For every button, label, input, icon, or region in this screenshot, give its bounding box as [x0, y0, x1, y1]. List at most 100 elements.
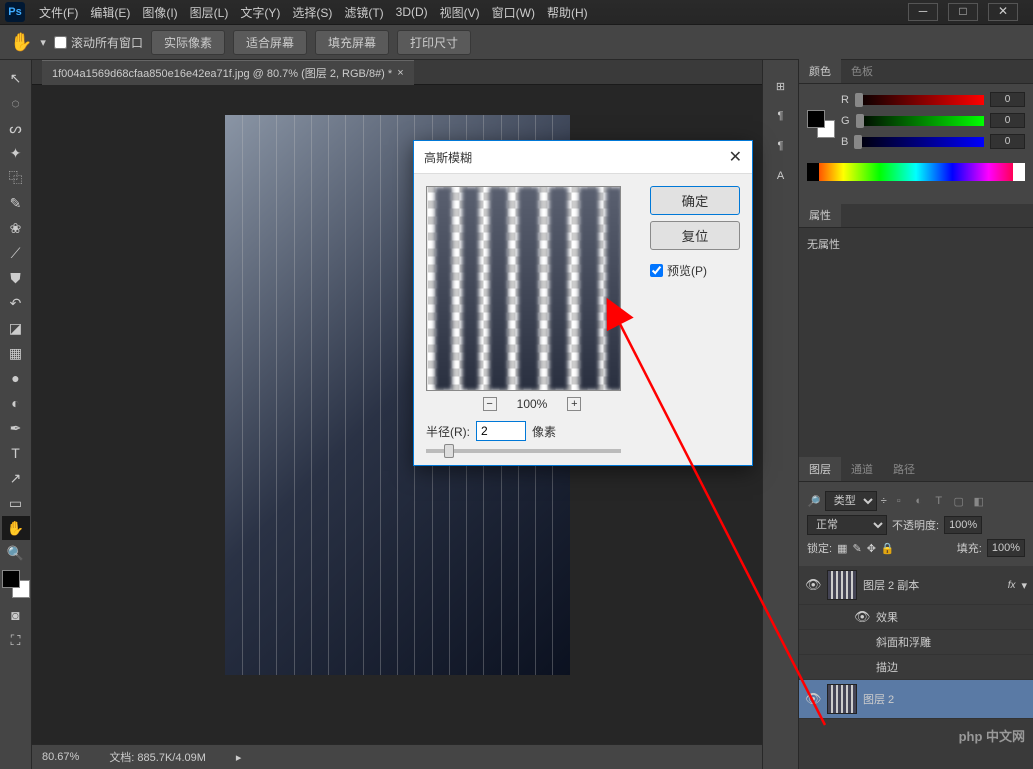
radius-slider-handle[interactable] [444, 444, 454, 458]
stamp-tool[interactable]: ⛊ [2, 266, 30, 290]
heal-tool[interactable]: ❀ [2, 216, 30, 240]
layer-effect-item[interactable]: 描边 [799, 655, 1033, 680]
path-tool[interactable]: ↗ [2, 466, 30, 490]
menu-file[interactable]: 文件(F) [33, 4, 84, 21]
spectrum-bar[interactable] [807, 163, 1025, 181]
g-slider[interactable] [856, 116, 984, 126]
collapse-icon[interactable]: ▾ [1021, 579, 1027, 592]
menu-text[interactable]: 文字(Y) [234, 4, 286, 21]
lasso-tool[interactable]: ᔕ [2, 116, 30, 140]
type-tool[interactable]: T [2, 441, 30, 465]
visibility-icon[interactable]: 👁 [805, 577, 821, 593]
blend-mode-select[interactable]: 正常 [807, 515, 887, 535]
document-tab-close-icon[interactable]: × [397, 67, 403, 79]
gradient-tool[interactable]: ▦ [2, 341, 30, 365]
history-brush-tool[interactable]: ↶ [2, 291, 30, 315]
tab-properties[interactable]: 属性 [799, 203, 841, 227]
quickmask-tool[interactable]: ◙ [2, 603, 30, 627]
menu-help[interactable]: 帮助(H) [541, 4, 594, 21]
shape-tool[interactable]: ▭ [2, 491, 30, 515]
ok-button[interactable]: 确定 [650, 186, 740, 215]
dodge-tool[interactable]: ◐ [2, 391, 30, 415]
zoom-tool[interactable]: 🔍 [2, 541, 30, 565]
marquee-tool[interactable]: ◌ [2, 91, 30, 115]
color-swatch[interactable] [807, 110, 835, 138]
tab-paths[interactable]: 路径 [883, 457, 925, 481]
screenmode-tool[interactable]: ⛶ [2, 628, 30, 652]
menu-image[interactable]: 图像(I) [136, 4, 183, 21]
b-value[interactable] [990, 134, 1025, 149]
eraser-tool[interactable]: ◪ [2, 316, 30, 340]
fx-badge[interactable]: fx [1008, 580, 1016, 591]
maximize-button[interactable]: □ [948, 3, 978, 21]
zoom-out-button[interactable]: − [483, 397, 497, 411]
filter-pixel-icon[interactable]: ▫ [891, 493, 907, 509]
document-tab[interactable]: 1f004a1569d68cfaa850e16e42ea71f.jpg @ 80… [42, 60, 414, 85]
layer-name[interactable]: 图层 2 [863, 691, 1027, 707]
fg-swatch[interactable] [807, 110, 825, 128]
menu-layer[interactable]: 图层(L) [184, 4, 235, 21]
foreground-color-swatch[interactable] [2, 570, 20, 588]
rail-icon-4[interactable]: A [766, 162, 796, 190]
tab-color[interactable]: 颜色 [799, 59, 841, 83]
rail-icon-2[interactable]: ¶ [766, 102, 796, 130]
wand-tool[interactable]: ✦ [2, 141, 30, 165]
layer-effect-item[interactable]: 👁 效果 [799, 605, 1033, 630]
close-button[interactable]: ✕ [988, 3, 1018, 21]
rail-icon-3[interactable]: ¶ [766, 132, 796, 160]
tab-layers[interactable]: 图层 [799, 457, 841, 481]
actual-pixels-button[interactable]: 实际像素 [151, 30, 225, 55]
fit-screen-button[interactable]: 适合屏幕 [233, 30, 307, 55]
layer-item[interactable]: 👁 图层 2 副本 fx ▾ [799, 566, 1033, 605]
menu-edit[interactable]: 编辑(E) [84, 4, 136, 21]
r-value[interactable] [990, 92, 1025, 107]
scroll-all-checkbox[interactable]: 滚动所有窗口 [54, 34, 143, 51]
tab-channels[interactable]: 通道 [841, 457, 883, 481]
radius-input[interactable] [476, 421, 526, 441]
filter-shape-icon[interactable]: ▢ [951, 493, 967, 509]
rail-icon-1[interactable]: ⊞ [766, 72, 796, 100]
tab-swatch[interactable]: 色板 [841, 59, 883, 83]
filter-adjust-icon[interactable]: ◐ [911, 493, 927, 509]
lock-trans-icon[interactable]: ▦ [837, 542, 847, 555]
lock-all-icon[interactable]: 🔒 [881, 542, 895, 555]
menu-filter[interactable]: 滤镜(T) [338, 4, 389, 21]
fill-screen-button[interactable]: 填充屏幕 [315, 30, 389, 55]
pen-tool[interactable]: ✒ [2, 416, 30, 440]
radius-slider[interactable] [426, 449, 621, 453]
dialog-close-icon[interactable]: ✕ [729, 147, 742, 167]
eyedropper-tool[interactable]: ✎ [2, 191, 30, 215]
menu-window[interactable]: 窗口(W) [486, 4, 541, 21]
filter-type-icon[interactable]: T [931, 493, 947, 509]
layer-thumbnail[interactable] [827, 570, 857, 600]
layer-name[interactable]: 图层 2 副本 [863, 577, 1002, 593]
color-swatch-tool[interactable] [2, 570, 30, 598]
visibility-icon[interactable]: 👁 [854, 609, 870, 625]
menu-3d[interactable]: 3D(D) [390, 5, 434, 19]
dropdown-icon[interactable]: ▾ [40, 36, 46, 49]
dialog-preview[interactable] [426, 186, 621, 391]
zoom-level[interactable]: 80.67% [42, 751, 79, 763]
zoom-in-button[interactable]: + [567, 397, 581, 411]
filter-smart-icon[interactable]: ◧ [971, 493, 987, 509]
reset-button[interactable]: 复位 [650, 221, 740, 250]
blur-tool[interactable]: ● [2, 366, 30, 390]
b-slider[interactable] [854, 137, 984, 147]
menu-view[interactable]: 视图(V) [434, 4, 486, 21]
move-tool[interactable]: ↖ [2, 66, 30, 90]
status-arrow-icon[interactable]: ▸ [236, 751, 242, 764]
g-value[interactable] [990, 113, 1025, 128]
preview-check-input[interactable] [650, 264, 663, 277]
lock-pos-icon[interactable]: ✥ [867, 542, 876, 555]
layer-effect-item[interactable]: 斜面和浮雕 [799, 630, 1033, 655]
layer-filter-type[interactable]: 类型 [825, 491, 877, 511]
layer-thumbnail[interactable] [827, 684, 857, 714]
print-size-button[interactable]: 打印尺寸 [397, 30, 471, 55]
menu-select[interactable]: 选择(S) [286, 4, 338, 21]
hand-tool[interactable]: ✋ [2, 516, 30, 540]
r-slider[interactable] [855, 95, 984, 105]
brush-tool[interactable]: ⟋ [2, 241, 30, 265]
visibility-icon[interactable]: 👁 [805, 691, 821, 707]
preview-checkbox[interactable]: 预览(P) [650, 262, 740, 279]
lock-paint-icon[interactable]: ✎ [852, 542, 861, 555]
